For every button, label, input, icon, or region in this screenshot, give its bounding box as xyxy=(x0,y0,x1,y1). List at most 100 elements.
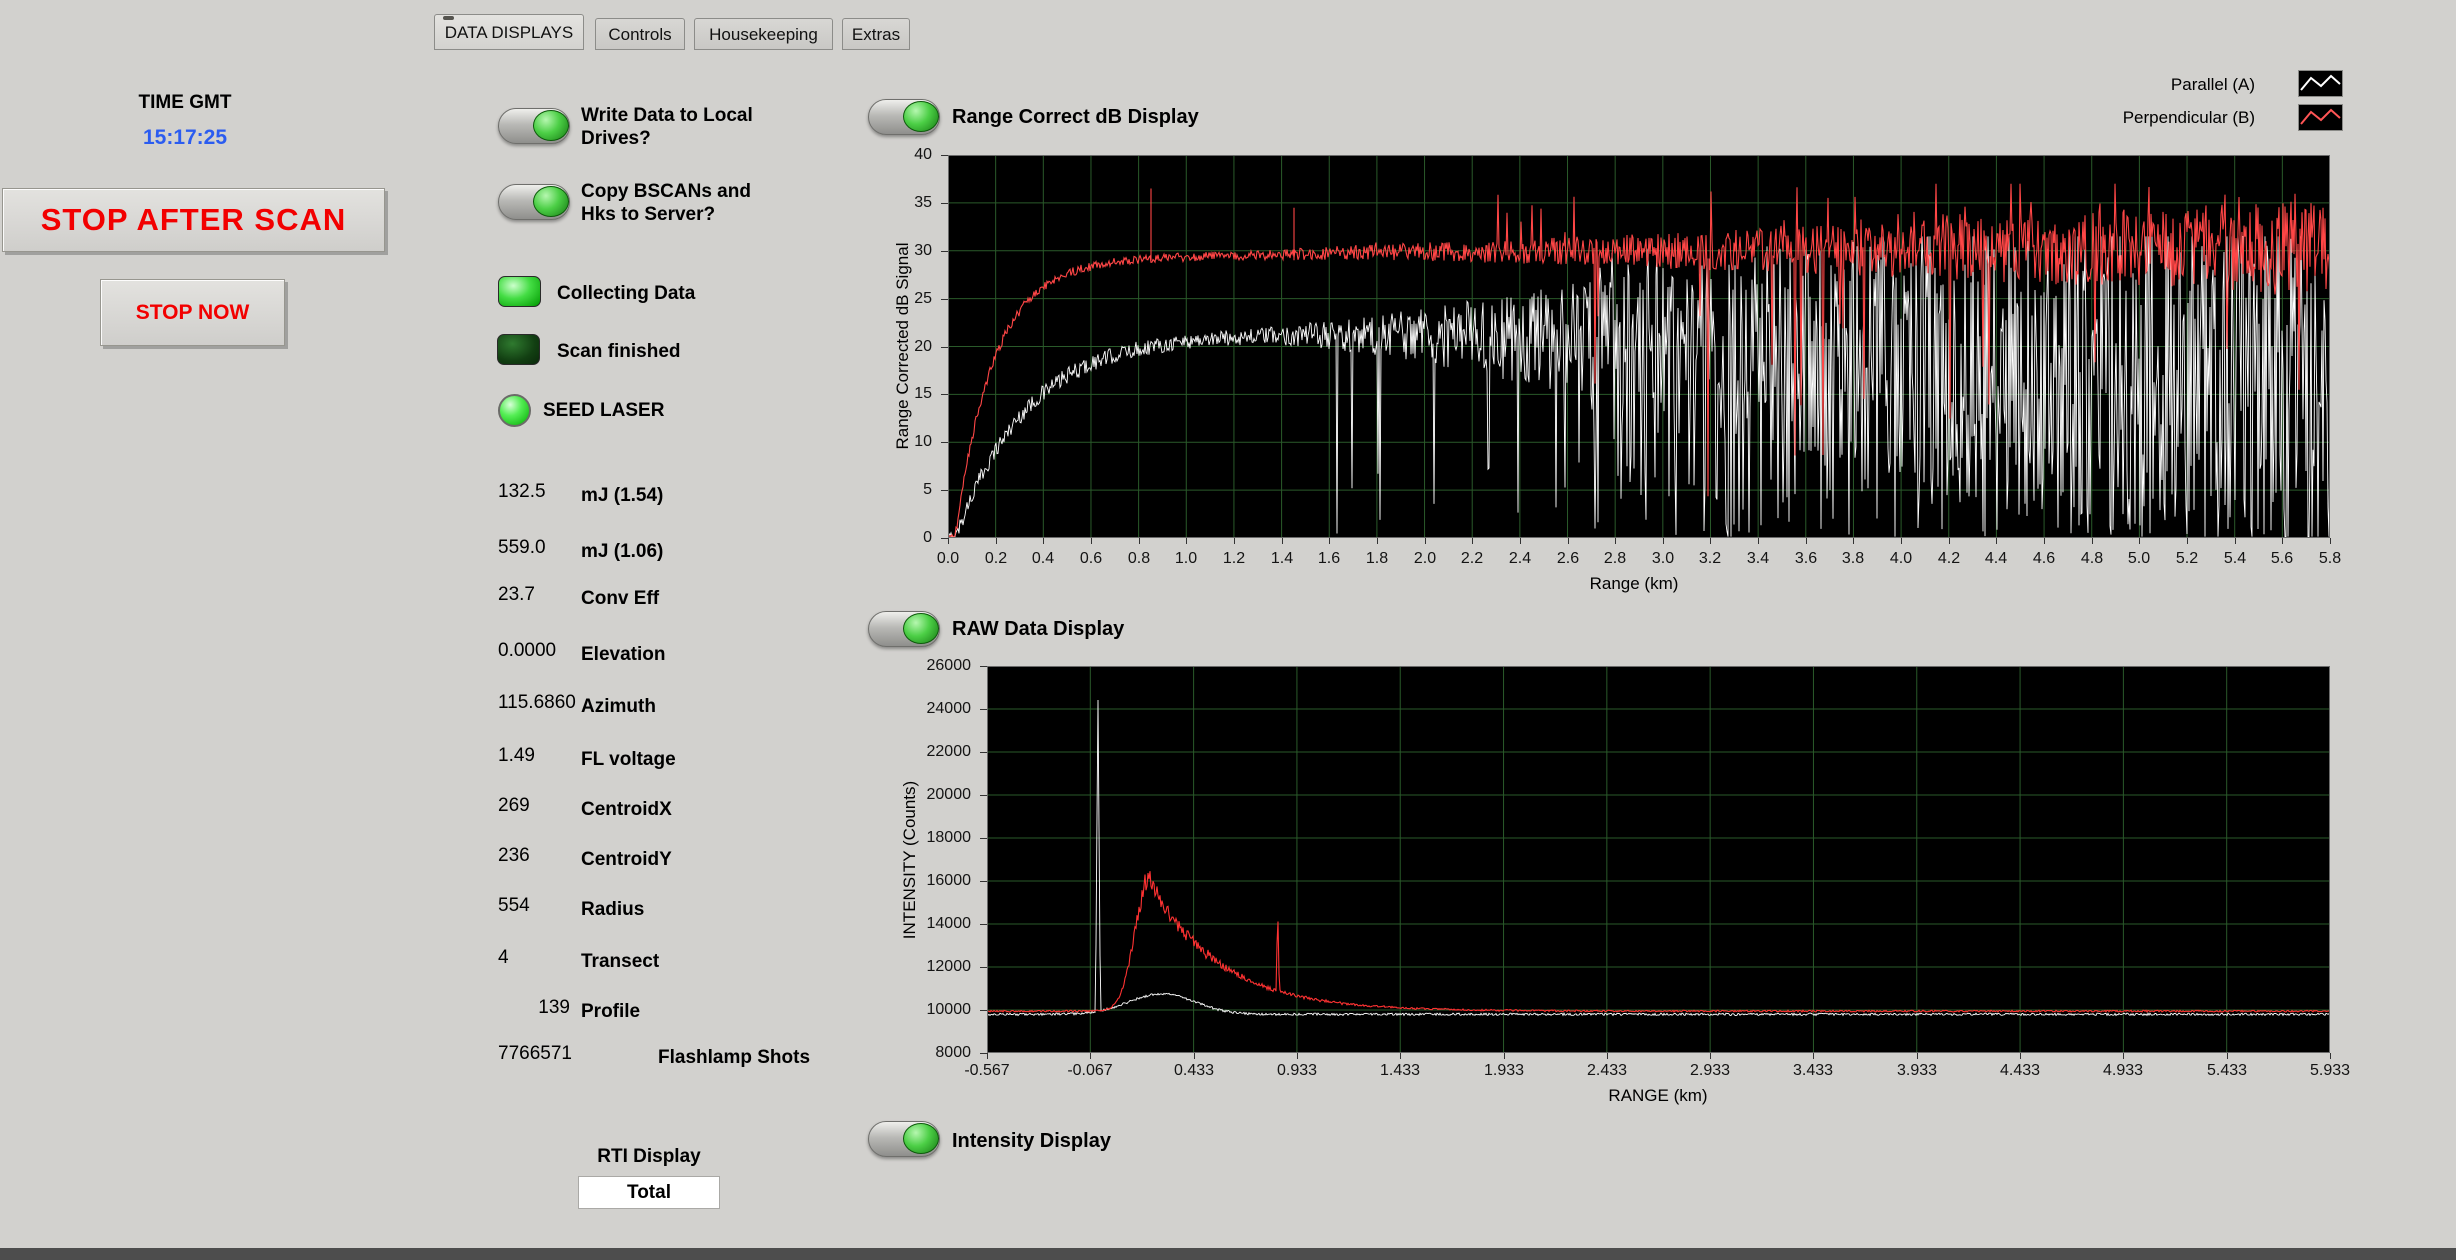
y-tick-label: 24000 xyxy=(901,700,971,718)
y-tick-label: 26000 xyxy=(901,657,971,675)
x-tick-mark xyxy=(1091,538,1092,544)
x-tick-mark xyxy=(1377,538,1378,544)
rti-display-label: RTI Display xyxy=(559,1146,739,1168)
y-tick-label: 35 xyxy=(862,194,932,212)
toggle-write-data-to-local-drives-knob xyxy=(533,110,569,141)
range-correct-db-title: Range Correct dB Display xyxy=(952,106,1199,129)
tab-label: Extras xyxy=(852,25,900,44)
readout-value-mj-1-06: 559.0 xyxy=(498,537,582,559)
led-scan-finished xyxy=(497,334,540,365)
x-tick-mark xyxy=(987,1053,988,1059)
y-tick-mark xyxy=(980,752,987,753)
y-tick-label: 14000 xyxy=(901,915,971,933)
readout-label-conv-eff: Conv Eff xyxy=(581,588,659,610)
x-tick-label: 4.433 xyxy=(1985,1062,2055,1080)
y-tick-mark xyxy=(980,795,987,796)
x-tick-mark xyxy=(2123,1053,2124,1059)
chart2-x-axis-title: RANGE (km) xyxy=(1608,1086,1707,1106)
x-tick-mark xyxy=(1186,538,1187,544)
y-tick-mark xyxy=(941,442,948,443)
tab-focus-marker xyxy=(443,16,454,20)
readout-value-conv-eff: 23.7 xyxy=(498,584,582,606)
x-tick-label: 0.933 xyxy=(1262,1062,1332,1080)
readout-value-profile: 139 xyxy=(498,997,570,1019)
led-label-collecting-data: Collecting Data xyxy=(557,283,695,305)
x-tick-mark xyxy=(1615,538,1616,544)
toggle-write-data-to-local-drives[interactable] xyxy=(498,108,570,144)
tab-housekeeping[interactable]: Housekeeping xyxy=(694,18,833,50)
x-tick-mark xyxy=(2020,1053,2021,1059)
time-gmt-label: TIME GMT xyxy=(100,92,270,114)
x-tick-mark xyxy=(1194,1053,1195,1059)
legend-perpendicular-b-label: Perpendicular (B) xyxy=(2035,108,2255,128)
readout-value-centroidy: 236 xyxy=(498,845,582,867)
x-tick-label: -0.567 xyxy=(952,1062,1022,1080)
y-tick-label: 10000 xyxy=(901,1001,971,1019)
x-tick-label: 5.933 xyxy=(2295,1062,2365,1080)
x-tick-mark xyxy=(1806,538,1807,544)
y-tick-mark xyxy=(941,347,948,348)
tab-controls[interactable]: Controls xyxy=(595,18,685,50)
tab-data-displays[interactable]: DATA DISPLAYS xyxy=(434,14,584,50)
x-tick-mark xyxy=(1504,1053,1505,1059)
x-tick-mark xyxy=(1917,1053,1918,1059)
chart1-x-axis-title: Range (km) xyxy=(1590,574,1679,594)
x-tick-label: 3.933 xyxy=(1882,1062,1952,1080)
legend-perpendicular-b-swatch xyxy=(2298,104,2343,131)
x-tick-mark xyxy=(1234,538,1235,544)
toggle-intensity-display-knob xyxy=(903,1123,939,1154)
x-tick-mark xyxy=(1813,1053,1814,1059)
y-tick-label: 30 xyxy=(862,242,932,260)
x-tick-label: 5.433 xyxy=(2192,1062,2262,1080)
x-tick-mark xyxy=(1901,538,1902,544)
toggle-copy-bscans-and-hks-to-server[interactable] xyxy=(498,184,570,220)
time-gmt-value: 15:17:25 xyxy=(100,126,270,150)
y-tick-mark xyxy=(980,881,987,882)
y-tick-label: 20 xyxy=(862,338,932,356)
rti-display-selector[interactable]: Total xyxy=(578,1176,720,1209)
tab-label: Controls xyxy=(608,25,671,44)
x-tick-mark xyxy=(1043,538,1044,544)
toggle-label-write-data-to-local-drives: Write Data to Local Drives? xyxy=(581,104,786,150)
lidar-control-panel: DATA DISPLAYS Controls Housekeeping Extr… xyxy=(0,0,2456,1260)
toggle-label-copy-bscans-and-hks-to-server: Copy BSCANs and Hks to Server? xyxy=(581,180,786,226)
y-tick-mark xyxy=(941,251,948,252)
toggle-intensity-display[interactable] xyxy=(868,1121,940,1157)
toggle-range-correct-db-display-knob xyxy=(903,101,939,132)
y-tick-label: 22000 xyxy=(901,743,971,761)
x-tick-label: 4.933 xyxy=(2088,1062,2158,1080)
toggle-range-correct-db-display[interactable] xyxy=(868,99,940,135)
y-tick-label: 12000 xyxy=(901,958,971,976)
x-tick-mark xyxy=(1425,538,1426,544)
toggle-raw-data-display[interactable] xyxy=(868,611,940,647)
y-tick-mark xyxy=(980,666,987,667)
x-tick-mark xyxy=(1472,538,1473,544)
led-collecting-data xyxy=(498,276,541,307)
y-tick-label: 25 xyxy=(862,290,932,308)
y-tick-label: 5 xyxy=(862,481,932,499)
readout-label-mj-1-06: mJ (1.06) xyxy=(581,541,663,563)
x-tick-mark xyxy=(1139,538,1140,544)
x-tick-mark xyxy=(2282,538,2283,544)
raw-data-plot xyxy=(987,666,2330,1053)
y-tick-label: 0 xyxy=(862,529,932,547)
stop-after-scan-button[interactable]: STOP AFTER SCAN xyxy=(2,188,385,252)
y-tick-mark xyxy=(980,967,987,968)
x-tick-label: 5.8 xyxy=(2295,550,2365,568)
stop-now-button[interactable]: STOP NOW xyxy=(100,279,285,346)
readout-label-azimuth: Azimuth xyxy=(581,696,656,718)
x-tick-mark xyxy=(2187,538,2188,544)
x-tick-label: 3.433 xyxy=(1778,1062,1848,1080)
y-tick-label: 8000 xyxy=(901,1044,971,1062)
y-tick-label: 10 xyxy=(862,433,932,451)
perpendicular-line-sample-icon xyxy=(2299,105,2342,130)
y-tick-mark xyxy=(980,1010,987,1011)
tab-extras[interactable]: Extras xyxy=(842,18,910,50)
readout-label-fl-voltage: FL voltage xyxy=(581,749,676,771)
x-tick-mark xyxy=(2330,538,2331,544)
y-tick-mark xyxy=(941,299,948,300)
led-label-scan-finished: Scan finished xyxy=(557,341,681,363)
x-tick-mark xyxy=(1329,538,1330,544)
x-tick-mark xyxy=(1758,538,1759,544)
y-tick-mark xyxy=(941,203,948,204)
